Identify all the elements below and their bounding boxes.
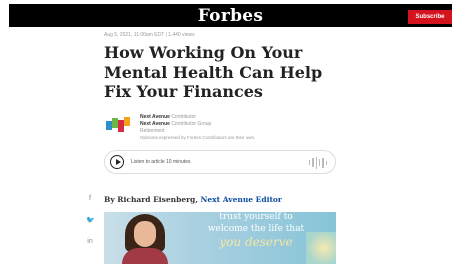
contributor-name[interactable]: Next Avenue <box>140 114 170 120</box>
image-text-line-2: welcome the life that <box>207 224 305 234</box>
woman-portrait <box>122 214 168 264</box>
next-avenue-logo[interactable] <box>106 116 130 134</box>
forbes-logo[interactable]: Forbes <box>9 6 452 26</box>
logo-block-green <box>112 118 118 128</box>
decorative-light <box>306 232 336 264</box>
article-hero-image: trust yourself to welcome the life that … <box>104 212 336 264</box>
play-icon[interactable] <box>110 155 124 169</box>
facebook-icon[interactable]: f <box>86 195 94 202</box>
article-title: How Working On Your Mental Health Can He… <box>104 43 323 101</box>
subscribe-button[interactable]: Subscribe <box>408 10 452 24</box>
twitter-icon[interactable]: 🐦 <box>86 216 95 224</box>
logo-block-red <box>118 120 124 132</box>
section-label[interactable]: Retirement <box>140 128 164 134</box>
right-rail <box>339 27 452 264</box>
article-meta: Aug 5, 2021, 11:00am EDT | 1,440 views <box>104 32 195 38</box>
image-text-line-3: you deserve <box>219 235 293 249</box>
byline-row-2: Next Avenue Contributor Group <box>140 121 211 127</box>
byline-row-1: Next Avenue Contributor <box>140 114 196 120</box>
contributor-group: Contributor Group <box>171 121 212 127</box>
linkedin-icon[interactable]: in <box>86 238 94 245</box>
author-role-link[interactable]: Next Avenue Editor <box>201 195 282 204</box>
opinion-disclaimer: Opinions expressed by Forbes Contributor… <box>140 135 256 140</box>
author-name: By Richard Eisenberg, <box>104 195 198 204</box>
image-text-line-1: trust yourself to <box>219 212 293 222</box>
author-line: By Richard Eisenberg, Next Avenue Editor <box>104 195 282 204</box>
logo-block-blue <box>106 121 112 130</box>
top-navigation-bar: Forbes Subscribe <box>9 4 452 27</box>
audio-player[interactable]: Listen to article 10 minutes <box>104 150 336 174</box>
contributor-role: Contributor <box>171 114 197 120</box>
logo-block-orange <box>124 117 130 126</box>
waveform-icon <box>309 156 327 169</box>
contributor-name-2[interactable]: Next Avenue <box>140 121 170 127</box>
audio-label: Listen to article 10 minutes <box>131 159 191 165</box>
